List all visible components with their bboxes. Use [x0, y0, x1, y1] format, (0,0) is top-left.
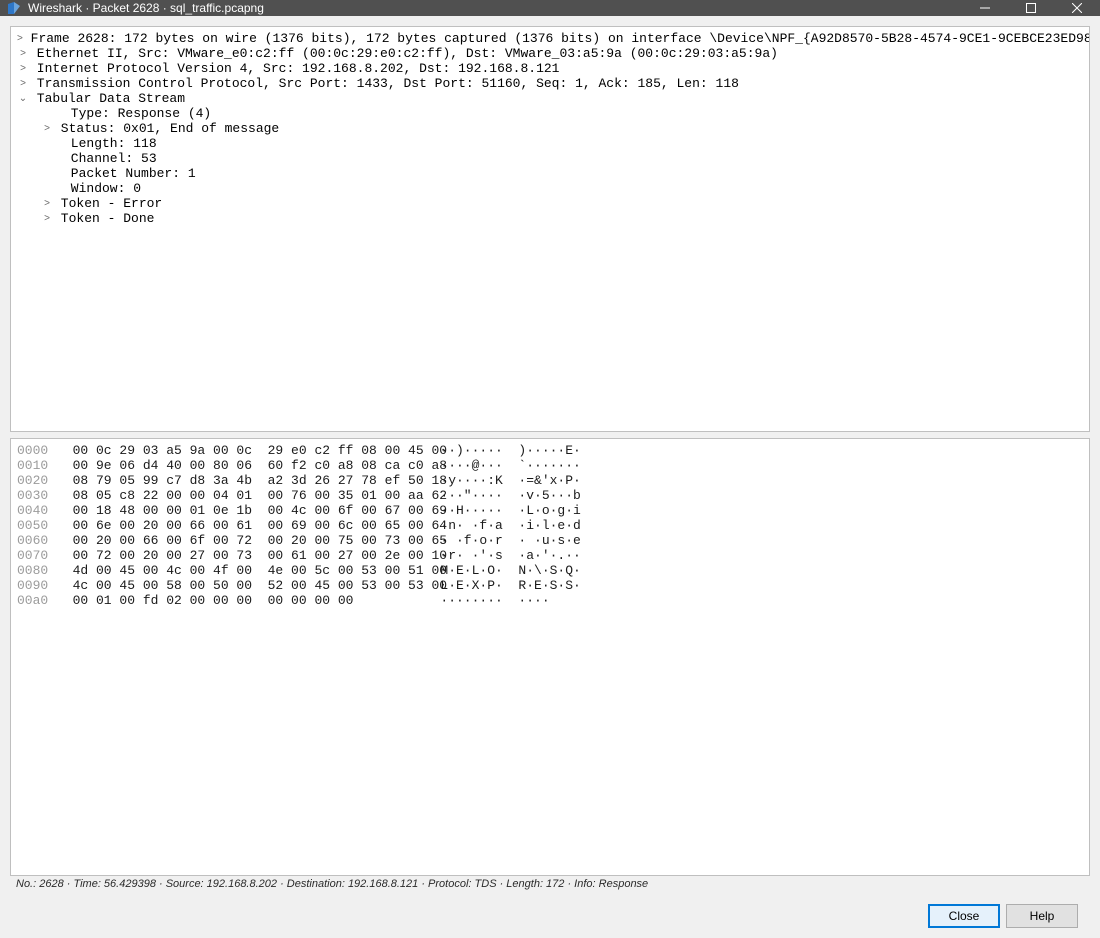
hex-row[interactable]: 0030 08 05 c8 22 00 00 04 01 00 76 00 35…	[17, 488, 1083, 503]
hex-offset: 0030	[17, 488, 57, 503]
hex-bytes: 4c 00 45 00 58 00 50 00 52 00 45 00 53 0…	[57, 578, 417, 593]
tree-row[interactable]: > Token - Error	[17, 196, 1089, 211]
hex-row[interactable]: 0040 00 18 48 00 00 01 0e 1b 00 4c 00 6f…	[17, 503, 1083, 518]
hex-row[interactable]: 0000 00 0c 29 03 a5 9a 00 0c 29 e0 c2 ff…	[17, 443, 1083, 458]
hex-ascii: ····@··· `·······	[417, 458, 581, 473]
hex-ascii: ·r· ·'·s ·a·'·.··	[417, 548, 581, 563]
tree-row[interactable]: Window: 0	[17, 181, 1089, 196]
hex-ascii: ········ ····	[417, 593, 550, 608]
hex-row[interactable]: 0020 08 79 05 99 c7 d8 3a 4b a2 3d 26 27…	[17, 473, 1083, 488]
hex-offset: 0010	[17, 458, 57, 473]
close-window-button[interactable]	[1054, 0, 1100, 16]
hex-ascii: L·E·X·P· R·E·S·S·	[417, 578, 581, 593]
tree-row-text: Frame 2628: 172 bytes on wire (1376 bits…	[23, 31, 1090, 46]
hex-offset: 0060	[17, 533, 57, 548]
minimize-button[interactable]	[962, 0, 1008, 16]
hex-row[interactable]: 0080 4d 00 45 00 4c 00 4f 00 4e 00 5c 00…	[17, 563, 1083, 578]
hex-ascii: ·n· ·f·a ·i·l·e·d	[417, 518, 581, 533]
hex-ascii: · ·f·o·r · ·u·s·e	[417, 533, 581, 548]
hex-offset: 00a0	[17, 593, 57, 608]
app-icon	[6, 0, 22, 16]
hex-bytes: 00 20 00 66 00 6f 00 72 00 20 00 75 00 7…	[57, 533, 417, 548]
tree-row[interactable]: > Token - Done	[17, 211, 1089, 226]
hex-ascii: M·E·L·O· N·\·S·Q·	[417, 563, 581, 578]
expander-closed-icon[interactable]: >	[41, 211, 53, 226]
hex-bytes: 00 18 48 00 00 01 0e 1b 00 4c 00 6f 00 6…	[57, 503, 417, 518]
tree-row-text: Packet Number: 1	[63, 166, 196, 181]
tree-row[interactable]: Type: Response (4)	[17, 106, 1089, 121]
tree-row[interactable]: Packet Number: 1	[17, 166, 1089, 181]
hex-bytes: 08 05 c8 22 00 00 04 01 00 76 00 35 01 0…	[57, 488, 417, 503]
client-area: > Frame 2628: 172 bytes on wire (1376 bi…	[0, 16, 1100, 938]
hex-row[interactable]: 0060 00 20 00 66 00 6f 00 72 00 20 00 75…	[17, 533, 1083, 548]
hex-offset: 0040	[17, 503, 57, 518]
hex-bytes: 00 9e 06 d4 40 00 80 06 60 f2 c0 a8 08 c…	[57, 458, 417, 473]
tree-row-text: Window: 0	[63, 181, 141, 196]
hex-row[interactable]: 0090 4c 00 45 00 58 00 50 00 52 00 45 00…	[17, 578, 1083, 593]
tree-row-text: Ethernet II, Src: VMware_e0:c2:ff (00:0c…	[29, 46, 778, 61]
hex-ascii: ··)····· )·····E·	[417, 443, 581, 458]
expander-closed-icon[interactable]: >	[41, 121, 53, 136]
tree-row[interactable]: Length: 118	[17, 136, 1089, 151]
tree-row-text: Type: Response (4)	[63, 106, 211, 121]
expander-closed-icon[interactable]: >	[41, 196, 53, 211]
hex-bytes: 08 79 05 99 c7 d8 3a 4b a2 3d 26 27 78 e…	[57, 473, 417, 488]
hex-row[interactable]: 00a0 00 01 00 fd 02 00 00 00 00 00 00 00…	[17, 593, 1083, 608]
tree-row[interactable]: > Internet Protocol Version 4, Src: 192.…	[17, 61, 1089, 76]
tree-row-text: Tabular Data Stream	[29, 91, 185, 106]
dialog-buttons: Close Help	[10, 894, 1090, 938]
hex-row[interactable]: 0010 00 9e 06 d4 40 00 80 06 60 f2 c0 a8…	[17, 458, 1083, 473]
tree-row-text: Token - Done	[53, 211, 154, 226]
tree-row-text: Status: 0x01, End of message	[53, 121, 279, 136]
close-button[interactable]: Close	[928, 904, 1000, 928]
hex-offset: 0020	[17, 473, 57, 488]
maximize-button[interactable]	[1008, 0, 1054, 16]
tree-row[interactable]: > Ethernet II, Src: VMware_e0:c2:ff (00:…	[17, 46, 1089, 61]
hex-bytes: 00 0c 29 03 a5 9a 00 0c 29 e0 c2 ff 08 0…	[57, 443, 417, 458]
help-button[interactable]: Help	[1006, 904, 1078, 928]
packet-details-tree[interactable]: > Frame 2628: 172 bytes on wire (1376 bi…	[10, 26, 1090, 432]
hex-offset: 0080	[17, 563, 57, 578]
packet-bytes-hex[interactable]: 0000 00 0c 29 03 a5 9a 00 0c 29 e0 c2 ff…	[10, 438, 1090, 876]
tree-row-text: Token - Error	[53, 196, 162, 211]
tree-row-text: Length: 118	[63, 136, 157, 151]
window-controls	[962, 0, 1100, 16]
hex-offset: 0050	[17, 518, 57, 533]
hex-ascii: ···"···· ·v·5···b	[417, 488, 581, 503]
window-title: Wireshark · Packet 2628 · sql_traffic.pc…	[28, 1, 962, 15]
title-bar: Wireshark · Packet 2628 · sql_traffic.pc…	[0, 0, 1100, 16]
hex-bytes: 00 01 00 fd 02 00 00 00 00 00 00 00	[57, 593, 417, 608]
tree-row[interactable]: ⌄ Tabular Data Stream	[17, 91, 1089, 106]
tree-row-text: Transmission Control Protocol, Src Port:…	[29, 76, 739, 91]
hex-offset: 0070	[17, 548, 57, 563]
tree-row[interactable]: Channel: 53	[17, 151, 1089, 166]
status-bar: No.: 2628 · Time: 56.429398 · Source: 19…	[10, 876, 1090, 894]
hex-row[interactable]: 0050 00 6e 00 20 00 66 00 61 00 69 00 6c…	[17, 518, 1083, 533]
hex-ascii: ··H····· ·L·o·g·i	[417, 503, 581, 518]
hex-bytes: 00 6e 00 20 00 66 00 61 00 69 00 6c 00 6…	[57, 518, 417, 533]
hex-ascii: ·y····:K ·=&'x·P·	[417, 473, 581, 488]
expander-open-icon[interactable]: ⌄	[17, 91, 29, 106]
tree-row-text: Channel: 53	[63, 151, 157, 166]
hex-row[interactable]: 0070 00 72 00 20 00 27 00 73 00 61 00 27…	[17, 548, 1083, 563]
tree-row-text: Internet Protocol Version 4, Src: 192.16…	[29, 61, 560, 76]
hex-offset: 0090	[17, 578, 57, 593]
hex-offset: 0000	[17, 443, 57, 458]
expander-closed-icon[interactable]: >	[17, 61, 29, 76]
tree-row[interactable]: > Status: 0x01, End of message	[17, 121, 1089, 136]
hex-bytes: 4d 00 45 00 4c 00 4f 00 4e 00 5c 00 53 0…	[57, 563, 417, 578]
expander-closed-icon[interactable]: >	[17, 76, 29, 91]
hex-bytes: 00 72 00 20 00 27 00 73 00 61 00 27 00 2…	[57, 548, 417, 563]
tree-row[interactable]: > Frame 2628: 172 bytes on wire (1376 bi…	[17, 31, 1089, 46]
expander-closed-icon[interactable]: >	[17, 46, 29, 61]
tree-row[interactable]: > Transmission Control Protocol, Src Por…	[17, 76, 1089, 91]
